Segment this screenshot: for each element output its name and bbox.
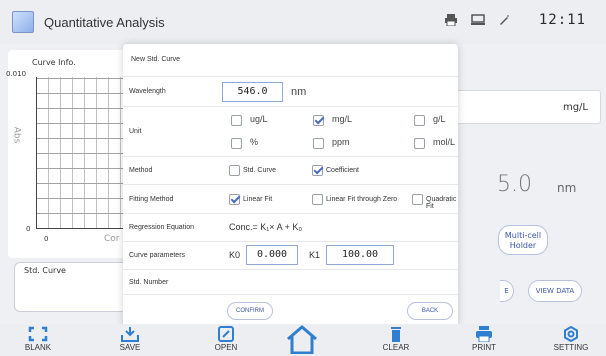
home-button[interactable] [272, 324, 332, 354]
unit-label: Unit [129, 128, 142, 135]
unit-mg-l-label: mg/L [332, 114, 353, 124]
k1-label: K1 [309, 250, 321, 260]
fit-linear-checkbox[interactable] [229, 194, 240, 205]
trash-icon [366, 326, 426, 342]
fit-linear-zero-label: Linear Fit through Zero [326, 196, 398, 203]
wavelength-unit: nm [291, 86, 307, 98]
method-coefficient-checkbox[interactable] [312, 165, 323, 176]
app-icon [12, 11, 34, 33]
home-icon [272, 324, 332, 354]
fit-linear-label: Linear Fit [243, 196, 273, 203]
std-number-label: Std. Number [129, 279, 169, 286]
usb-status-icon [470, 14, 486, 26]
unit-ug-l-checkbox[interactable] [231, 115, 242, 126]
method-std-curve-label: Std. Curve [243, 167, 277, 174]
dialog-title: New Std. Curve [131, 56, 181, 63]
curve-parameters-row: Curve parameters K0 0.000 K1 100.00 [123, 241, 458, 269]
new-std-curve-dialog: New Std. Curve Wavelength 546.0 nm Unit … [123, 44, 458, 328]
multi-cell-holder-button[interactable]: Multi-cell Holder [498, 225, 548, 255]
unit-ug-l-label: ug/L [250, 114, 268, 124]
status-icons [444, 14, 510, 26]
method-label: Method [129, 167, 153, 174]
save-button[interactable]: SAVE [100, 326, 160, 352]
method-coefficient-label: Coefficient [326, 167, 359, 174]
top-bar: Quantitative Analysis 12:11 [0, 0, 606, 44]
setting-label: SETTING [553, 343, 589, 352]
unit-percent-checkbox[interactable] [231, 138, 242, 149]
x-axis-label: Cor [104, 234, 120, 244]
unit-row: Unit ug/L mg/L g/L % ppm mol/L [123, 106, 458, 156]
fit-quadratic-checkbox[interactable] [412, 194, 423, 205]
regression-label: Regression Equation [129, 224, 194, 231]
unit-mol-l-label: mol/L [433, 137, 456, 147]
curve-parameters-label: Curve parameters [129, 252, 186, 259]
wavelength-row: Wavelength 546.0 nm [123, 76, 458, 106]
y-axis-max-label: 0.010 [6, 70, 27, 78]
pen-status-icon [498, 14, 510, 26]
wavelength-input[interactable]: 546.0 [222, 82, 283, 102]
blank-label: BLANK [24, 343, 52, 352]
open-label: OPEN [214, 343, 238, 352]
std-number-row: Std. Number [123, 269, 458, 295]
setting-button[interactable]: SETTING [541, 326, 601, 352]
print-button[interactable]: PRINT [454, 326, 514, 352]
fitting-method-row: Fitting Method Linear Fit Linear Fit thr… [123, 184, 458, 213]
unit-percent-label: % [250, 137, 259, 147]
partial-button[interactable]: E [500, 280, 514, 302]
method-std-curve-checkbox[interactable] [229, 165, 240, 176]
fit-linear-zero-checkbox[interactable] [312, 194, 323, 205]
view-data-button[interactable]: VIEW DATA [528, 280, 582, 302]
unit-g-l-checkbox[interactable] [414, 115, 425, 126]
confirm-button[interactable]: CONFIRM [227, 302, 273, 320]
k0-label: K0 [229, 250, 241, 260]
print-icon [454, 326, 514, 342]
clear-label: CLEAR [382, 343, 410, 352]
unit-mg-l-checkbox[interactable] [313, 115, 324, 126]
print-status-icon [444, 14, 458, 26]
curve-info-title: Curve Info. [32, 58, 76, 67]
unit-mol-l-checkbox[interactable] [414, 138, 425, 149]
open-icon [196, 326, 256, 342]
y-axis-zero-label: 0 [26, 225, 31, 233]
method-row: Method Std. Curve Coefficient [123, 156, 458, 184]
clock: 12:11 [538, 12, 586, 28]
k0-input[interactable]: 0.000 [246, 245, 298, 265]
wavelength-display-value: 5.0 [497, 172, 532, 197]
print-label: PRINT [472, 343, 496, 352]
curve-grid [36, 77, 124, 229]
wavelength-label: Wavelength [129, 88, 166, 95]
unit-display: mg/L [562, 102, 588, 113]
blank-icon [8, 326, 68, 342]
regression-row: Regression Equation Conc.= K₁× A + K₀ [123, 213, 458, 241]
back-button[interactable]: BACK [407, 302, 453, 320]
regression-equation: Conc.= K₁× A + K₀ [229, 222, 303, 232]
bottom-toolbar: BLANK SAVE OPEN CLEAR PRINT SETTING [0, 324, 606, 356]
unit-ppm-label: ppm [332, 137, 350, 147]
fitting-method-label: Fitting Method [129, 196, 174, 203]
unit-ppm-checkbox[interactable] [313, 138, 324, 149]
unit-g-l-label: g/L [433, 114, 446, 124]
save-label: SAVE [119, 343, 141, 352]
k1-input[interactable]: 100.00 [326, 245, 394, 265]
fit-quadratic-label: Quadratic Fit [426, 196, 457, 210]
wavelength-display-unit: nm [557, 181, 577, 195]
settings-icon [541, 326, 601, 342]
save-icon [100, 326, 160, 342]
clear-button[interactable]: CLEAR [366, 326, 426, 352]
app-title: Quantitative Analysis [44, 14, 165, 30]
x-axis-zero-label: 0 [44, 235, 49, 243]
blank-button[interactable]: BLANK [8, 326, 68, 352]
open-button[interactable]: OPEN [196, 326, 256, 352]
std-curve-label: Std. Curve [24, 266, 66, 275]
y-axis-label: Abs [11, 126, 22, 144]
